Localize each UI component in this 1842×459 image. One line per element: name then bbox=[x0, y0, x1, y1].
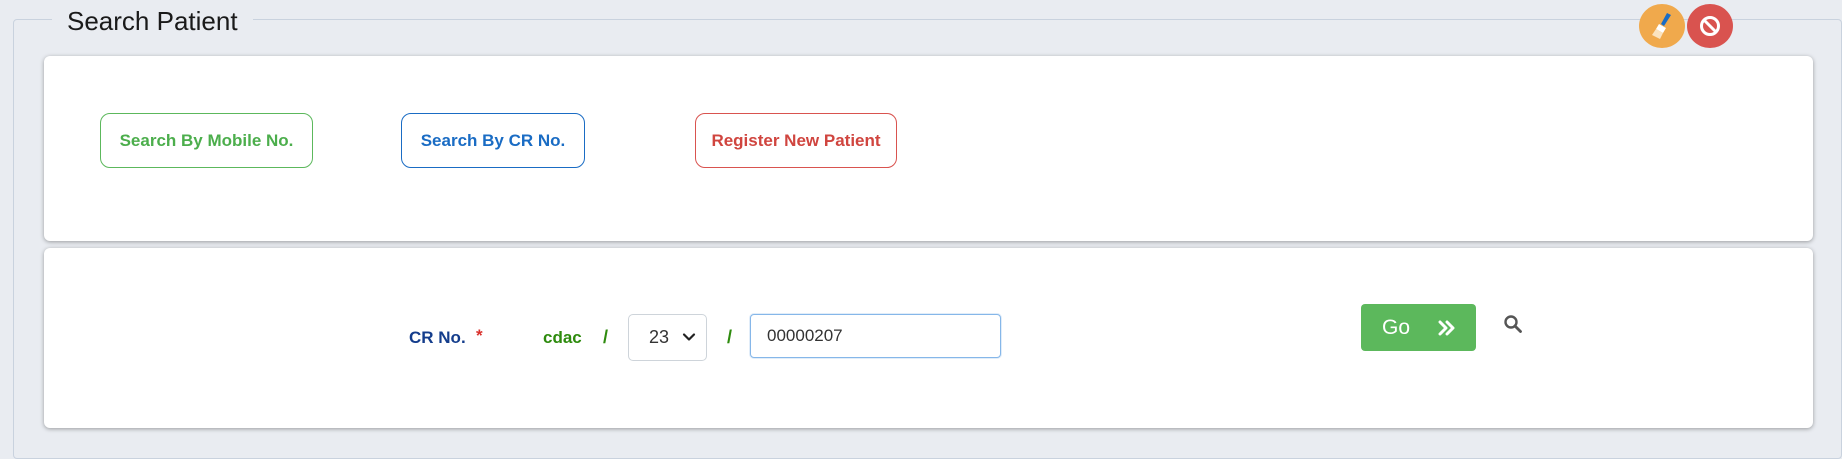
hospital-code: cdac bbox=[543, 328, 582, 347]
go-button[interactable]: Go bbox=[1361, 304, 1476, 351]
separator: / bbox=[603, 327, 609, 347]
page-title: Search Patient bbox=[52, 4, 253, 38]
search-options-card: Search By Mobile No. Search By CR No. Re… bbox=[44, 56, 1813, 241]
cr-search-card: CR No. * cdac / 23 / Go bbox=[44, 248, 1813, 428]
register-new-patient-button[interactable]: Register New Patient bbox=[695, 113, 897, 168]
separator: / bbox=[727, 327, 733, 347]
required-mark: * bbox=[476, 326, 483, 345]
broom-icon bbox=[1652, 13, 1671, 39]
year-select[interactable]: 23 bbox=[628, 314, 707, 361]
search-icon[interactable] bbox=[1503, 314, 1523, 334]
cr-no-label: CR No. bbox=[409, 328, 466, 347]
search-by-mobile-button[interactable]: Search By Mobile No. bbox=[100, 113, 313, 168]
cancel-button[interactable] bbox=[1687, 4, 1733, 48]
double-chevron-right-icon bbox=[1438, 320, 1455, 336]
top-actions bbox=[1639, 4, 1733, 48]
year-selected-value: 23 bbox=[649, 327, 670, 347]
ban-icon bbox=[1700, 16, 1720, 36]
cr-number-input[interactable] bbox=[750, 314, 1001, 358]
go-label: Go bbox=[1382, 315, 1411, 339]
search-by-cr-button[interactable]: Search By CR No. bbox=[401, 113, 585, 168]
chevron-down-icon bbox=[682, 333, 696, 341]
clear-button[interactable] bbox=[1639, 4, 1685, 48]
